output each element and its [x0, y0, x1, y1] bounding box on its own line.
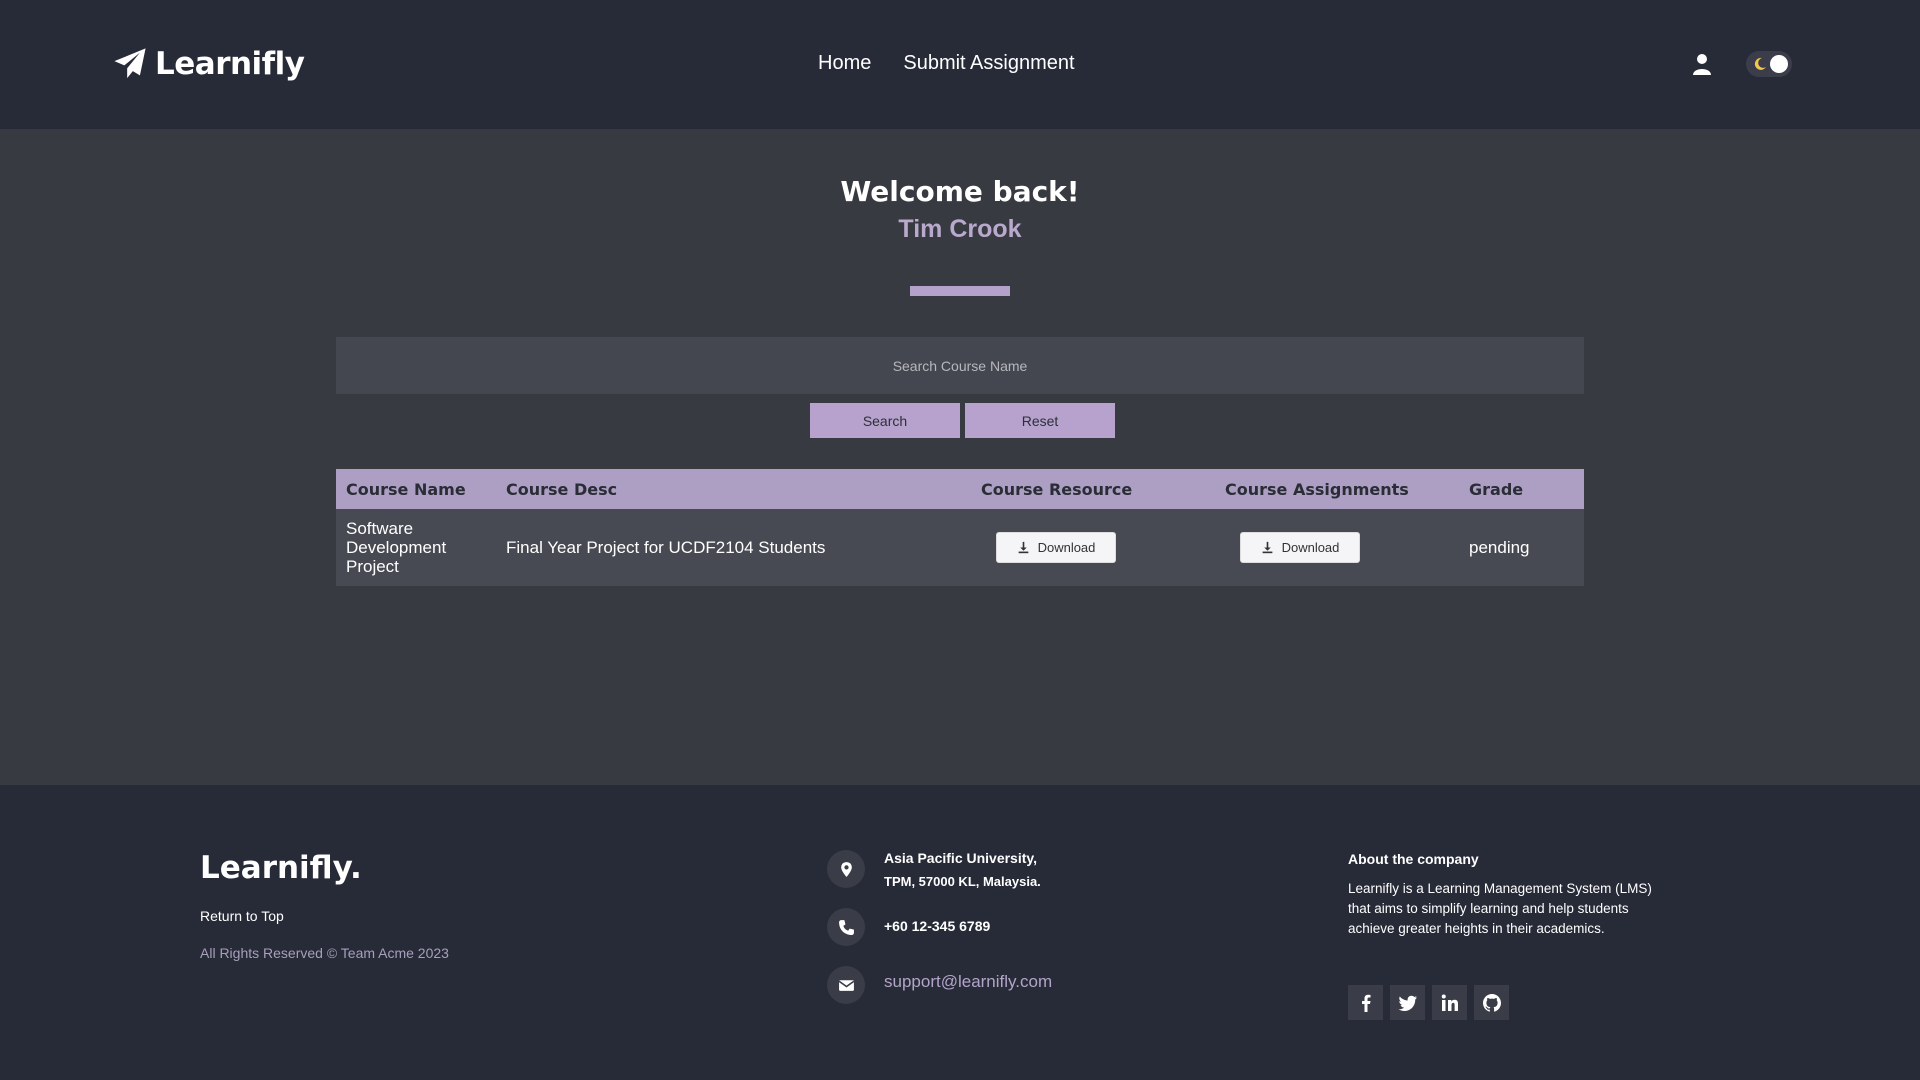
- user-name: Tim Crook: [898, 215, 1022, 243]
- table-header: Course Name Course Desc Course Resource …: [336, 469, 1584, 509]
- course-desc-cell: Final Year Project for UCDF2104 Students: [506, 538, 826, 557]
- table-row: Software Development Project Final Year …: [336, 509, 1584, 586]
- download-icon: [1018, 541, 1028, 554]
- github-icon: [1482, 993, 1501, 1012]
- main-nav: Home Submit Assignment: [818, 52, 1075, 75]
- courses-table: Course Name Course Desc Course Resource …: [336, 469, 1584, 586]
- brand-name: Learnifly: [155, 46, 305, 82]
- brand-logo[interactable]: Learnifly: [113, 46, 305, 82]
- column-header: Course Name: [346, 480, 466, 499]
- theme-toggle[interactable]: [1746, 51, 1792, 77]
- course-name-cell: Software Development Project: [346, 519, 447, 576]
- assignments-download-button[interactable]: Download: [1240, 532, 1360, 563]
- search-button[interactable]: Search: [810, 403, 960, 438]
- footer-brand: Learnifly.: [200, 850, 362, 886]
- nav-submit-assignment-link[interactable]: Submit Assignment: [903, 52, 1074, 75]
- welcome-title: Welcome back!: [840, 175, 1080, 208]
- user-icon[interactable]: [1690, 52, 1714, 76]
- moon-icon: [1754, 57, 1766, 70]
- grade-cell: pending: [1469, 538, 1530, 557]
- nav-home-link[interactable]: Home: [818, 52, 871, 75]
- header: Learnifly Home Submit Assignment: [0, 0, 1920, 129]
- column-header: Grade: [1469, 480, 1524, 499]
- facebook-icon: [1361, 994, 1370, 1012]
- column-header: Course Desc: [506, 480, 618, 499]
- twitter-icon: [1398, 995, 1417, 1011]
- download-label: Download: [1281, 540, 1340, 555]
- about-title: About the company: [1348, 851, 1479, 867]
- column-header: Course Assignments: [1225, 480, 1409, 499]
- twitter-button[interactable]: [1390, 985, 1425, 1020]
- phone-icon: [838, 919, 854, 935]
- address-line-2: TPM, 57000 KL, Malaysia.: [884, 874, 1041, 889]
- support-email-link[interactable]: support@learnifly.com: [884, 972, 1052, 992]
- download-label: Download: [1037, 540, 1096, 555]
- phone-icon-wrap: [827, 908, 865, 946]
- github-button[interactable]: [1474, 985, 1509, 1020]
- copyright-text: All Rights Reserved © Team Acme 2023: [200, 945, 449, 961]
- social-links: [1348, 985, 1509, 1020]
- address: Asia Pacific University, TPM, 57000 KL, …: [884, 847, 1041, 893]
- accent-divider: [910, 286, 1010, 296]
- linkedin-icon: [1441, 994, 1458, 1011]
- address-line-1: Asia Pacific University,: [884, 850, 1038, 866]
- column-header: Course Resource: [981, 480, 1133, 499]
- resource-download-button[interactable]: Download: [996, 532, 1116, 563]
- about-text: Learnifly is a Learning Management Syste…: [1348, 881, 1652, 936]
- search-input[interactable]: [336, 337, 1584, 394]
- reset-button[interactable]: Reset: [965, 403, 1115, 438]
- facebook-button[interactable]: [1348, 985, 1383, 1020]
- location-pin-icon: [840, 861, 852, 877]
- download-icon: [1262, 541, 1272, 554]
- envelope-icon: [838, 979, 854, 991]
- return-to-top-link[interactable]: Return to Top: [200, 908, 284, 924]
- location-icon-wrap: [827, 850, 865, 888]
- paper-plane-icon: [114, 48, 146, 79]
- linkedin-button[interactable]: [1432, 985, 1467, 1020]
- footer: Learnifly. Return to Top All Rights Rese…: [0, 785, 1920, 1080]
- toggle-knob: [1770, 55, 1788, 73]
- phone-number: +60 12-345 6789: [884, 918, 991, 934]
- email-icon-wrap: [827, 966, 865, 1004]
